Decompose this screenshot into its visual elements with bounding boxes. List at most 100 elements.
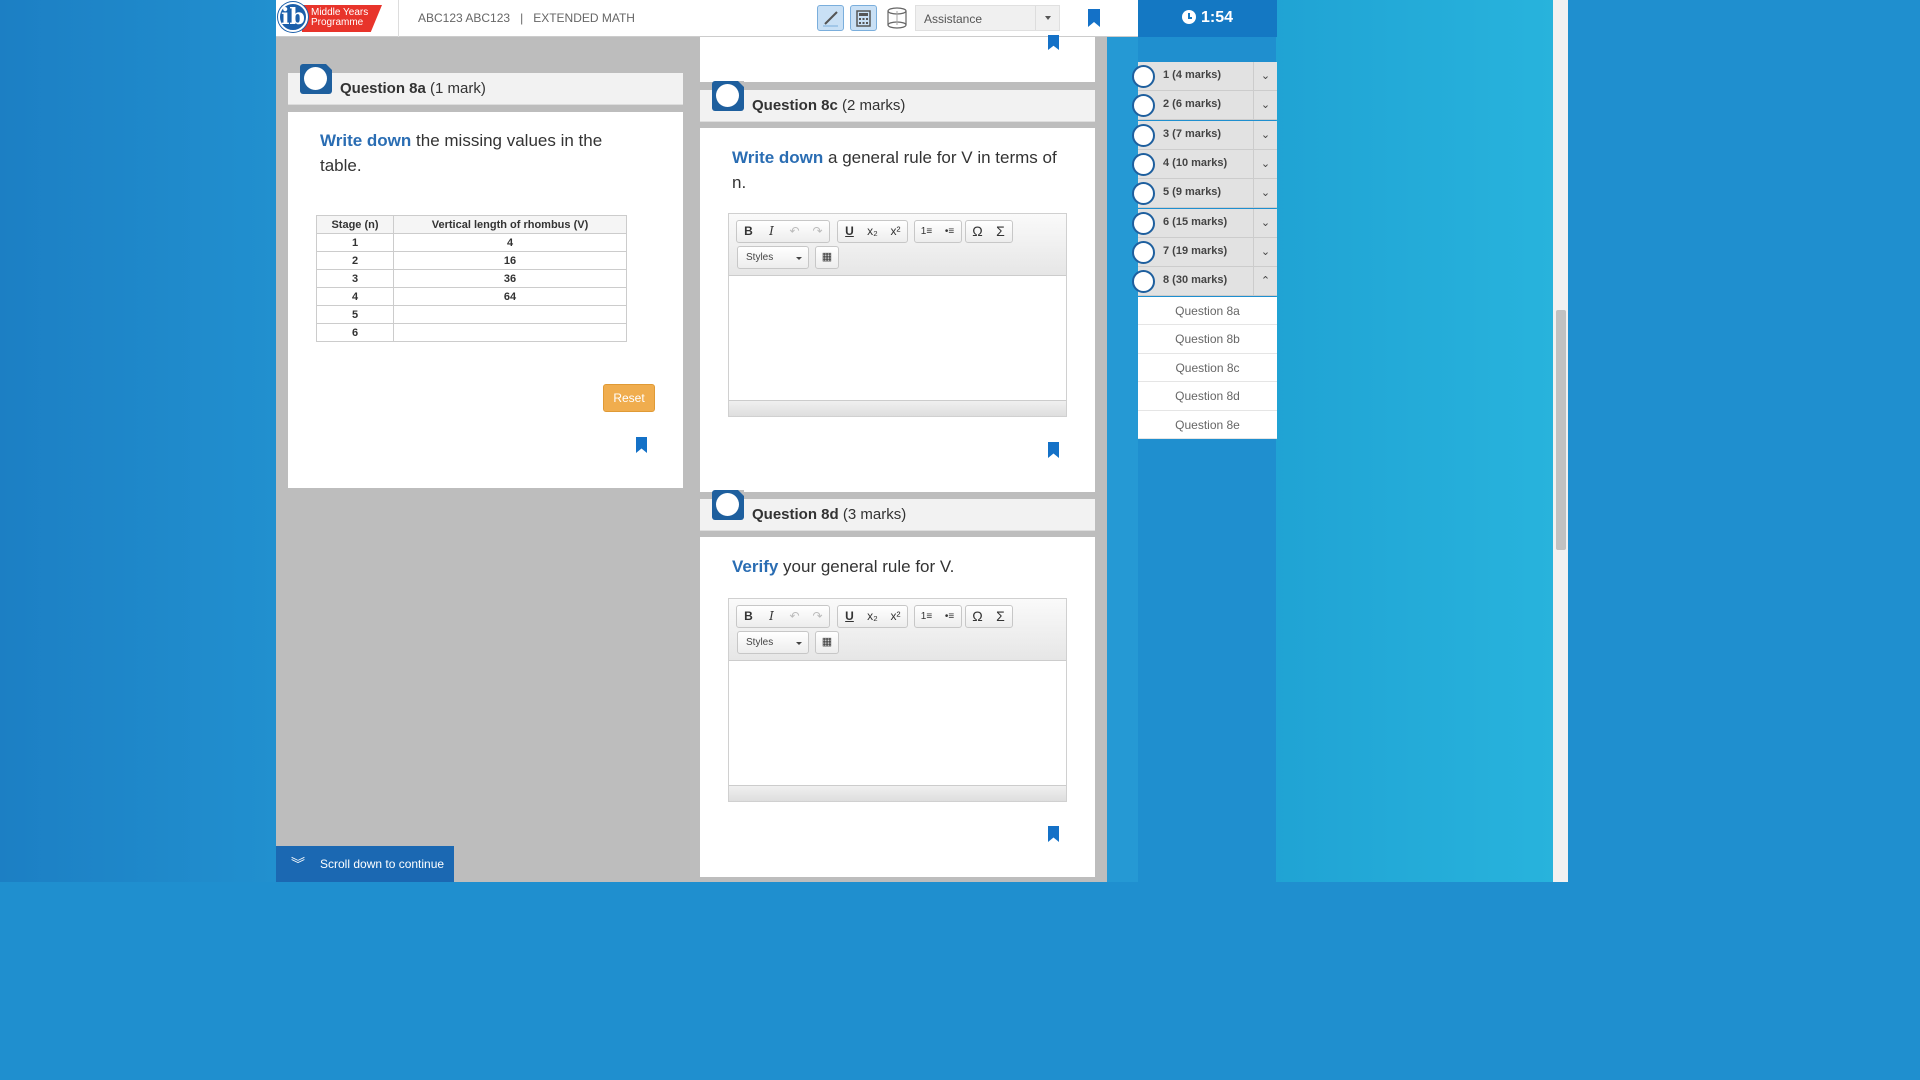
question-title: Question 8c	[752, 97, 838, 114]
question-8b-body	[700, 37, 1095, 82]
question-status-icon[interactable]	[300, 64, 332, 94]
status-circle-icon	[1132, 211, 1155, 235]
value-input-cell[interactable]	[393, 323, 627, 342]
question-marks: (2 marks)	[842, 97, 906, 114]
paste-icon[interactable]: ▦	[815, 631, 839, 654]
question-8c-header: Question 8c (2 marks)	[700, 81, 1095, 122]
nav-item-2[interactable]: 2 (6 marks) ⌄	[1132, 91, 1277, 121]
nav-subitem-8b[interactable]: Question 8b	[1138, 325, 1277, 354]
subscript-button[interactable]: x₂	[861, 606, 884, 627]
nav-subitem-8c[interactable]: Question 8c	[1138, 353, 1277, 383]
nav-item-label: 5 (9 marks)	[1163, 186, 1222, 199]
sigma-button[interactable]: Σ	[989, 221, 1012, 242]
question-title: Question 8d	[752, 506, 839, 523]
bold-button[interactable]: B	[737, 221, 760, 242]
format-group: B I ↶ ↷	[736, 605, 830, 628]
table-row: 4 64	[316, 287, 627, 306]
bold-button[interactable]: B	[737, 606, 760, 627]
superscript-button[interactable]: x²	[884, 221, 907, 242]
sigma-button[interactable]: Σ	[989, 606, 1012, 627]
scroll-down-button[interactable]: ︾ Scroll down to continue	[276, 846, 454, 882]
editor-text-area[interactable]	[729, 276, 1066, 400]
chevron-down-icon[interactable]: ⌄	[1253, 120, 1277, 149]
chevron-down-icon[interactable]	[1035, 6, 1059, 30]
nav-item-1[interactable]: 1 (4 marks) ⌄	[1132, 62, 1277, 91]
logo-emblem: ib	[278, 2, 308, 32]
bullet-list-button[interactable]: •≡	[938, 221, 961, 242]
question-status-icon[interactable]	[712, 490, 744, 520]
calculator-button[interactable]	[850, 5, 877, 31]
subscript-button[interactable]: x₂	[861, 221, 884, 242]
question-status-icon[interactable]	[712, 81, 744, 111]
bullet-list-button[interactable]: •≡	[938, 606, 961, 627]
numbered-list-button[interactable]: 1≡	[915, 606, 938, 627]
styles-dropdown[interactable]: Styles	[737, 631, 809, 654]
nav-subitem-8a[interactable]: Question 8a	[1138, 296, 1277, 326]
question-8d-prompt: Verify your general rule for V.	[732, 554, 1062, 579]
nav-subitem-8d[interactable]: Question 8d	[1138, 382, 1277, 411]
question-8d-title: Question 8d (3 marks)	[752, 506, 906, 523]
paste-icon[interactable]: ▦	[815, 246, 839, 269]
styles-label: Styles	[746, 252, 774, 263]
chevron-up-icon[interactable]: ⌃	[1253, 267, 1277, 296]
nav-item-7[interactable]: 7 (19 marks) ⌄	[1132, 237, 1277, 267]
list-group: 1≡ •≡	[914, 605, 962, 628]
editor-text-area[interactable]	[729, 661, 1066, 785]
redo-button[interactable]: ↷	[806, 221, 829, 242]
chevron-down-icon[interactable]: ⌄	[1253, 91, 1277, 120]
script-group: U x₂ x²	[837, 220, 908, 243]
script-group: U x₂ x²	[837, 605, 908, 628]
scrollbar-thumb[interactable]	[1556, 310, 1566, 550]
status-circle-icon	[1132, 270, 1155, 294]
question-navigator: 1 (4 marks) ⌄ 2 (6 marks) ⌄ 3 (7 marks) ⌄ 4…	[1132, 62, 1277, 440]
chevron-down-icon[interactable]: ⌄	[1253, 149, 1277, 178]
undo-button[interactable]: ↶	[783, 606, 806, 627]
italic-button[interactable]: I	[760, 221, 783, 242]
reset-button[interactable]: Reset	[603, 384, 655, 412]
formula-sheet-button[interactable]	[884, 5, 911, 31]
course-info: ABC123 ABC123 | EXTENDED MATH	[418, 11, 635, 25]
stage-cell: 2	[316, 251, 394, 270]
value-cell[interactable]: 64	[393, 287, 627, 306]
chevron-down-icon[interactable]: ⌄	[1253, 237, 1277, 266]
styles-dropdown[interactable]: Styles	[737, 246, 809, 269]
underline-button[interactable]: U	[838, 221, 861, 242]
value-cell[interactable]: 16	[393, 251, 627, 270]
timer: 1:54	[1138, 0, 1277, 37]
chevron-down-icon[interactable]: ⌄	[1253, 62, 1277, 90]
table-row: 14	[316, 233, 627, 252]
underline-button[interactable]: U	[838, 606, 861, 627]
stage-cell: 1	[316, 233, 394, 252]
chevron-down-icon[interactable]: ⌄	[1253, 179, 1277, 208]
table-row: 2 16	[316, 251, 627, 270]
nav-item-label: 7 (19 marks)	[1163, 244, 1228, 257]
chevron-down-icon[interactable]: ⌄	[1253, 208, 1277, 237]
nav-item-5[interactable]: 5 (9 marks) ⌄	[1132, 179, 1277, 209]
value-input-cell[interactable]	[393, 305, 627, 324]
value-cell[interactable]: 4	[393, 233, 627, 252]
superscript-button[interactable]: x²	[884, 606, 907, 627]
omega-button[interactable]: Ω	[966, 221, 989, 242]
pen-tool-button[interactable]	[817, 5, 844, 31]
undo-button[interactable]: ↶	[783, 221, 806, 242]
status-circle-icon	[1132, 240, 1155, 264]
timer-value: 1:54	[1200, 9, 1234, 26]
value-cell[interactable]: 36	[393, 269, 627, 288]
question-marks: (1 mark)	[430, 80, 486, 97]
nav-item-8[interactable]: 8 (30 marks) ⌃	[1132, 267, 1277, 297]
list-group: 1≡ •≡	[914, 220, 962, 243]
italic-button[interactable]: I	[760, 606, 783, 627]
numbered-list-button[interactable]: 1≡	[915, 221, 938, 242]
scroll-down-label: Scroll down to continue	[320, 857, 445, 871]
ib-logo: Middle Years Programme ib	[278, 2, 382, 33]
nav-item-6[interactable]: 6 (15 marks) ⌄	[1132, 208, 1277, 238]
question-8d-header: Question 8d (3 marks)	[700, 490, 1095, 531]
prompt-keyword: Write down	[320, 131, 412, 150]
assistance-dropdown[interactable]: Assistance	[915, 5, 1060, 31]
nav-item-4[interactable]: 4 (10 marks) ⌄	[1132, 149, 1277, 179]
redo-button[interactable]: ↷	[806, 606, 829, 627]
status-circle-icon	[1132, 65, 1155, 88]
omega-button[interactable]: Ω	[966, 606, 989, 627]
nav-item-3[interactable]: 3 (7 marks) ⌄	[1132, 120, 1277, 150]
nav-subitem-8e[interactable]: Question 8e	[1138, 410, 1277, 440]
